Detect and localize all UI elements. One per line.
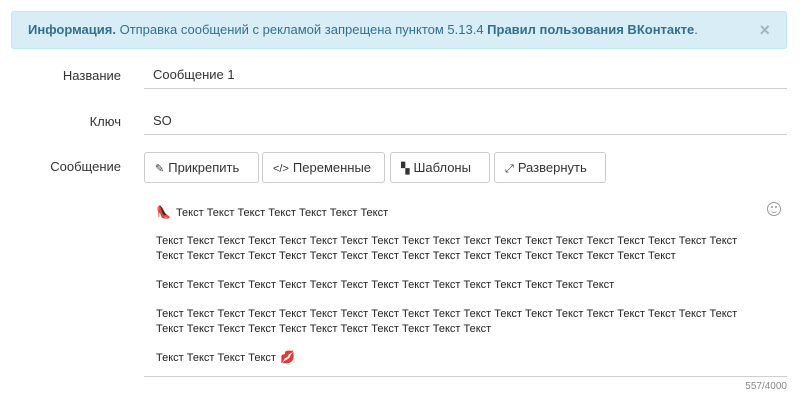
info-alert: Информация. Отправка сообщений с рекламо… (11, 11, 787, 49)
smiley-icon[interactable] (767, 202, 781, 216)
attach-button[interactable]: ✎ Прикрепить (144, 152, 259, 183)
expand-icon: ⤢ (505, 163, 514, 175)
templates-label: Шаблоны (413, 160, 471, 175)
key-label: Ключ (89, 114, 121, 129)
high-heel-emoji: 👠 (156, 205, 171, 219)
copy-icon: ▚ (401, 163, 410, 175)
rules-link[interactable]: Правил пользования ВКонтакте (487, 22, 694, 37)
message-line-1: 👠 Текст Текст Текст Текст Текст Текст Тек… (156, 205, 389, 219)
alert-label: Информация. (28, 22, 116, 37)
message-paragraph-2: Текст Текст Текст Текст Текст Текст Текс… (156, 235, 738, 262)
alert-text: Отправка сообщений с рекламой запрещена … (115, 22, 488, 37)
message-paragraph-4: Текст Текст Текст Текст Текст Текст Текс… (156, 308, 738, 335)
key-field[interactable] (144, 107, 787, 135)
templates-button[interactable]: ▚ Шаблоны (390, 152, 490, 183)
paperclip-icon: ✎ (155, 163, 165, 175)
message-label: Сообщение (50, 159, 121, 174)
variables-label: Переменные (292, 160, 372, 175)
expand-button[interactable]: ⤢ Развернуть (494, 152, 606, 183)
message-line-5: Текст Текст Текст Текст 💋 (156, 350, 295, 364)
character-counter: 557/4000 (745, 381, 787, 392)
message-paragraph-3: Текст Текст Текст Текст Текст Текст Текс… (156, 279, 615, 291)
variables-button[interactable]: </> Переменные (262, 152, 385, 183)
name-field[interactable] (144, 61, 787, 89)
name-label: Название (62, 68, 121, 83)
alert-end: . (694, 22, 698, 37)
message-editor[interactable]: 👠 Текст Текст Текст Текст Текст Текст Тек… (144, 194, 787, 377)
close-icon[interactable]: × (759, 12, 770, 48)
expand-label: Развернуть (517, 160, 587, 175)
lips-emoji: 💋 (279, 350, 295, 364)
code-icon: </> (273, 163, 289, 175)
attach-label: Прикрепить (168, 160, 240, 175)
